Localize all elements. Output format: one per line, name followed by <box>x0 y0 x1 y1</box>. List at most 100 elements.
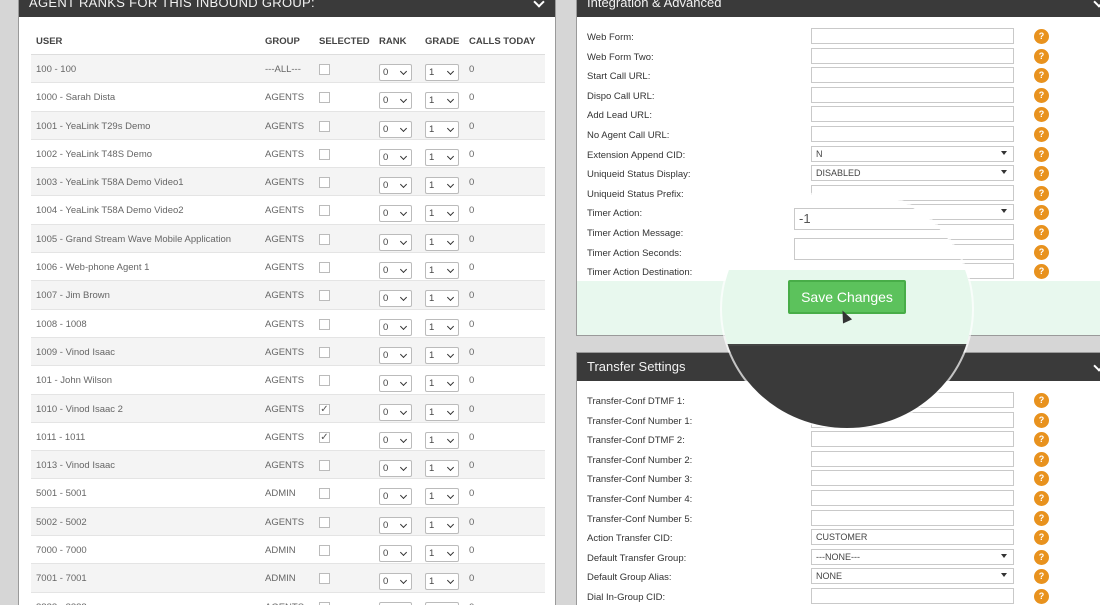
field-input[interactable] <box>811 587 1014 604</box>
help-icon[interactable]: ? <box>1034 412 1049 428</box>
help-icon[interactable]: ? <box>1034 432 1049 448</box>
row-rank-select[interactable]: 0 <box>379 290 412 308</box>
row-selected-checkbox[interactable] <box>319 92 330 104</box>
row-selected-checkbox[interactable] <box>319 233 330 245</box>
field-input[interactable] <box>811 450 1014 467</box>
row-grade-select[interactable]: 1 <box>425 318 459 336</box>
row-rank-select[interactable]: 0 <box>379 573 412 591</box>
row-selected-checkbox[interactable] <box>319 64 330 75</box>
row-selected-checkbox[interactable] <box>319 573 330 585</box>
chevron-down-icon[interactable] <box>1093 360 1100 372</box>
help-icon[interactable]: ? <box>1034 185 1049 201</box>
row-rank-select[interactable]: 0 <box>379 403 412 421</box>
field-input[interactable]: CUSTOMER <box>811 529 1014 546</box>
row-selected-checkbox[interactable] <box>319 460 330 472</box>
help-icon[interactable]: ? <box>1034 244 1049 260</box>
help-icon[interactable]: ? <box>1034 224 1049 240</box>
row-grade-select[interactable]: 1 <box>425 262 459 280</box>
field-input[interactable] <box>811 509 1014 526</box>
help-icon[interactable]: ? <box>1034 264 1049 280</box>
field-select[interactable]: ---NONE--- <box>811 548 1014 565</box>
row-grade-select[interactable]: 1 <box>425 120 459 138</box>
help-icon[interactable]: ? <box>1034 107 1049 123</box>
help-icon[interactable]: ? <box>1034 393 1049 408</box>
row-rank-select[interactable]: 0 <box>379 375 412 393</box>
row-rank-select[interactable]: 0 <box>379 431 412 449</box>
help-icon[interactable]: ? <box>1034 510 1049 526</box>
row-selected-checkbox[interactable] <box>319 120 330 132</box>
row-grade-select[interactable]: 1 <box>425 431 459 449</box>
help-icon[interactable]: ? <box>1034 166 1049 182</box>
row-selected-checkbox[interactable]: ✓ <box>319 403 330 415</box>
row-selected-checkbox[interactable] <box>319 545 330 557</box>
help-icon[interactable]: ? <box>1034 588 1049 604</box>
field-select[interactable]: NONE <box>811 568 1014 585</box>
help-icon[interactable]: ? <box>1034 68 1049 84</box>
row-grade-select[interactable]: 1 <box>425 375 459 393</box>
row-grade-select[interactable]: 1 <box>425 177 459 195</box>
row-rank-select[interactable]: 0 <box>379 205 412 223</box>
help-icon[interactable]: ? <box>1034 146 1049 162</box>
chevron-down-icon[interactable] <box>1093 0 1100 8</box>
field-input[interactable] <box>811 431 1014 448</box>
help-icon[interactable]: ? <box>1034 530 1049 546</box>
row-grade-select[interactable]: 1 <box>425 148 459 166</box>
row-rank-select[interactable]: 0 <box>379 488 412 506</box>
row-grade-select[interactable]: 1 <box>425 601 459 605</box>
row-rank-select[interactable]: 0 <box>379 346 412 364</box>
row-selected-checkbox[interactable] <box>319 601 330 605</box>
help-icon[interactable]: ? <box>1034 87 1049 103</box>
help-icon[interactable]: ? <box>1034 205 1049 221</box>
row-selected-checkbox[interactable] <box>319 177 330 189</box>
row-grade-select[interactable]: 1 <box>425 290 459 308</box>
help-icon[interactable]: ? <box>1034 126 1049 142</box>
row-rank-select[interactable]: 0 <box>379 120 412 138</box>
row-rank-select[interactable]: 0 <box>379 92 412 110</box>
row-selected-checkbox[interactable] <box>319 346 330 358</box>
row-selected-checkbox[interactable] <box>319 262 330 274</box>
row-rank-select[interactable]: 0 <box>379 148 412 166</box>
field-input[interactable] <box>811 67 1014 84</box>
field-input[interactable] <box>811 470 1014 487</box>
row-grade-select[interactable]: 1 <box>425 545 459 563</box>
row-grade-select[interactable]: 1 <box>425 205 459 223</box>
row-rank-select[interactable]: 0 <box>379 177 412 195</box>
magnified-timer-action-field[interactable]: -1 <box>794 208 972 230</box>
row-selected-checkbox[interactable] <box>319 205 330 217</box>
field-select[interactable]: N <box>811 145 1014 162</box>
row-grade-select[interactable]: 1 <box>425 346 459 364</box>
field-input[interactable] <box>811 86 1014 103</box>
row-rank-select[interactable]: 0 <box>379 545 412 563</box>
field-input[interactable] <box>811 28 1014 44</box>
agent-ranks-header[interactable]: Agent Ranks for this Inbound Group: <box>19 0 555 17</box>
row-grade-select[interactable]: 1 <box>425 573 459 591</box>
row-grade-select[interactable]: 1 <box>425 460 459 478</box>
help-icon[interactable]: ? <box>1034 471 1049 487</box>
field-input[interactable] <box>811 125 1014 142</box>
integration-header[interactable]: Integration & Advanced <box>577 0 1100 17</box>
row-rank-select[interactable]: 0 <box>379 318 412 336</box>
help-icon[interactable]: ? <box>1034 48 1049 64</box>
row-grade-select[interactable]: 1 <box>425 516 459 534</box>
row-selected-checkbox[interactable] <box>319 148 330 160</box>
row-grade-select[interactable]: 1 <box>425 488 459 506</box>
row-rank-select[interactable]: 0 <box>379 601 412 605</box>
row-grade-select[interactable]: 1 <box>425 92 459 110</box>
help-icon[interactable]: ? <box>1034 490 1049 506</box>
help-icon[interactable]: ? <box>1034 569 1049 585</box>
row-selected-checkbox[interactable] <box>319 318 330 330</box>
field-select[interactable]: DISABLED <box>811 165 1014 182</box>
row-selected-checkbox[interactable] <box>319 375 330 387</box>
row-rank-select[interactable]: 0 <box>379 516 412 534</box>
row-rank-select[interactable]: 0 <box>379 233 412 251</box>
row-rank-select[interactable]: 0 <box>379 262 412 280</box>
row-selected-checkbox[interactable] <box>319 488 330 500</box>
row-selected-checkbox[interactable] <box>319 290 330 302</box>
help-icon[interactable]: ? <box>1034 29 1049 44</box>
row-rank-select[interactable]: 0 <box>379 64 412 81</box>
row-selected-checkbox[interactable] <box>319 516 330 528</box>
field-input[interactable] <box>811 489 1014 506</box>
help-icon[interactable]: ? <box>1034 549 1049 565</box>
row-selected-checkbox[interactable]: ✓ <box>319 431 330 443</box>
row-grade-select[interactable]: 1 <box>425 64 459 81</box>
